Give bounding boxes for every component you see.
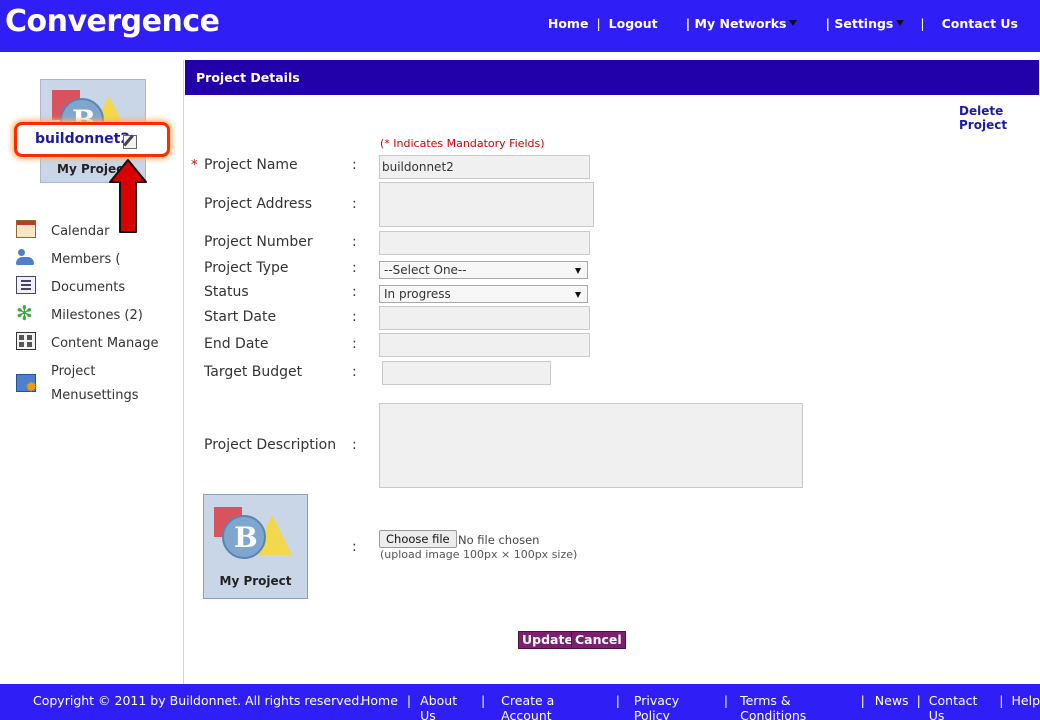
sidebar-item-members[interactable]: Members ( — [16, 248, 184, 276]
site-logo[interactable]: Convergence — [5, 4, 220, 39]
project-image-caption: My Project — [219, 574, 292, 588]
end-date-field-label: End Date — [204, 336, 269, 352]
field-colon: : — [352, 364, 357, 380]
sidebar-item-calendar[interactable]: Calendar — [16, 220, 184, 248]
status-select[interactable]: In progress — [379, 285, 588, 303]
target-budget-input[interactable] — [382, 361, 551, 385]
footer-link-news[interactable]: News — [875, 693, 909, 720]
project-address-textarea[interactable] — [379, 182, 594, 227]
cancel-button[interactable]: Cancel — [571, 631, 626, 649]
footer-separator: | — [999, 693, 1004, 708]
mandatory-note: (* Indicates Mandatory Fields) — [380, 137, 545, 150]
panel-header: Project Details — [185, 60, 1039, 95]
milestones-icon — [16, 301, 36, 325]
project-number-field-label: Project Number — [204, 234, 313, 250]
start-date-field-label: Start Date — [204, 309, 277, 325]
documents-icon — [16, 276, 36, 294]
project-number-input[interactable] — [379, 231, 590, 255]
top-nav: Home | Logout | My Networks | Settings |… — [548, 0, 1040, 46]
nav-my-networks-label[interactable]: | My Networks — [686, 16, 787, 31]
nav-separator: | — [920, 15, 925, 31]
nav-separator: | — [596, 15, 601, 31]
footer-separator: | — [406, 693, 412, 708]
sidebar-item-label[interactable]: Content Manage — [51, 332, 158, 356]
field-colon: : — [352, 284, 357, 300]
chevron-down-icon — [789, 20, 798, 26]
menusettings-icon — [16, 374, 38, 396]
edit-icon[interactable] — [123, 135, 137, 149]
nav-logout[interactable]: Logout — [609, 16, 658, 31]
sidebar-item-label-line: Project — [51, 364, 96, 379]
footer: Copyright © 2011 by Buildonnet. All righ… — [0, 684, 1040, 720]
project-type-select[interactable]: --Select One-- — [379, 261, 588, 279]
start-date-input[interactable] — [379, 306, 590, 330]
field-colon: : — [352, 437, 357, 453]
sidebar-item-label[interactable]: Project Menusettings — [51, 360, 139, 408]
field-colon: : — [352, 196, 357, 212]
upload-hint: (upload image 100px × 100px size) — [380, 548, 578, 561]
field-colon: : — [352, 260, 357, 276]
footer-separator: | — [860, 693, 865, 708]
sidebar-item-documents[interactable]: Documents — [16, 276, 184, 304]
sidebar-item-content-manage[interactable]: Content Manage — [16, 332, 184, 360]
footer-links: Home | About Us | Create a Account | Privac… — [361, 693, 1040, 720]
field-colon: : — [352, 157, 357, 173]
footer-link-home[interactable]: Home — [361, 693, 398, 720]
nav-settings-label[interactable]: | Settings — [825, 16, 893, 31]
field-colon: : — [352, 539, 357, 555]
sidebar-item-milestones[interactable]: Milestones (2) — [16, 301, 184, 332]
logo-mark: B — [234, 521, 258, 554]
required-marker: * — [191, 158, 198, 173]
field-colon: : — [352, 234, 357, 250]
sidebar-item-label-line: Menusettings — [51, 388, 139, 403]
footer-separator: | — [615, 693, 620, 708]
field-colon: : — [352, 309, 357, 325]
footer-separator: | — [480, 693, 486, 708]
project-name-field-label: Project Name — [204, 157, 298, 173]
project-description-textarea[interactable] — [379, 403, 803, 488]
nav-my-networks[interactable]: | My Networks — [686, 16, 798, 31]
footer-link-terms[interactable]: Terms & Conditions — [740, 693, 850, 720]
nav-home[interactable]: Home — [548, 16, 589, 31]
sidebar-item-menusettings[interactable]: Project Menusettings — [16, 360, 184, 412]
nav-contact-us[interactable]: Contact Us — [942, 16, 1018, 31]
content-manage-icon — [16, 332, 36, 350]
footer-separator: | — [916, 693, 921, 708]
project-description-field-label: Project Description — [204, 437, 337, 453]
update-button[interactable]: Update — [518, 631, 577, 649]
project-name-box[interactable]: buildonnet2 — [14, 122, 170, 157]
users-icon — [16, 248, 36, 266]
copyright-text: Copyright © 2011 by Buildonnet. All righ… — [33, 693, 364, 708]
nav-settings[interactable]: | Settings — [825, 16, 905, 31]
footer-link-about[interactable]: About Us — [420, 693, 472, 720]
footer-link-contact[interactable]: Contact Us — [929, 693, 992, 720]
delete-project-link[interactable]: Delete Project — [959, 104, 1040, 132]
project-address-field-label: Project Address — [204, 196, 313, 212]
footer-link-privacy[interactable]: Privacy Policy — [634, 693, 712, 720]
end-date-input[interactable] — [379, 333, 590, 357]
sidebar-item-label[interactable]: Milestones (2) — [51, 304, 143, 328]
project-image-preview: B My Project — [203, 494, 308, 599]
file-status-text: No file chosen — [458, 533, 540, 547]
project-menu: Calendar Members ( Documents Milestones … — [16, 158, 184, 412]
sidebar-item-label[interactable]: Members ( — [51, 248, 120, 272]
footer-separator: | — [723, 693, 729, 708]
field-colon: : — [352, 336, 357, 352]
project-name-input[interactable]: buildonnet2 — [379, 155, 590, 179]
footer-link-help[interactable]: Help — [1012, 693, 1040, 720]
sidebar-item-label[interactable]: Calendar — [51, 220, 109, 244]
project-name-label[interactable]: buildonnet2 — [35, 131, 130, 147]
status-field-label: Status — [204, 284, 249, 300]
panel-title: Project Details — [196, 70, 300, 85]
chevron-down-icon — [896, 20, 905, 26]
calendar-icon — [16, 220, 36, 238]
choose-file-button[interactable]: Choose file — [379, 530, 457, 548]
footer-link-create-account[interactable]: Create a Account — [501, 693, 600, 720]
sidebar-item-label[interactable]: Documents — [51, 276, 125, 300]
project-type-field-label: Project Type — [204, 260, 289, 276]
target-budget-field-label: Target Budget — [204, 364, 303, 380]
arrow-up-icon — [109, 159, 147, 233]
top-header: Convergence Home | Logout | My Networks … — [0, 0, 1040, 52]
